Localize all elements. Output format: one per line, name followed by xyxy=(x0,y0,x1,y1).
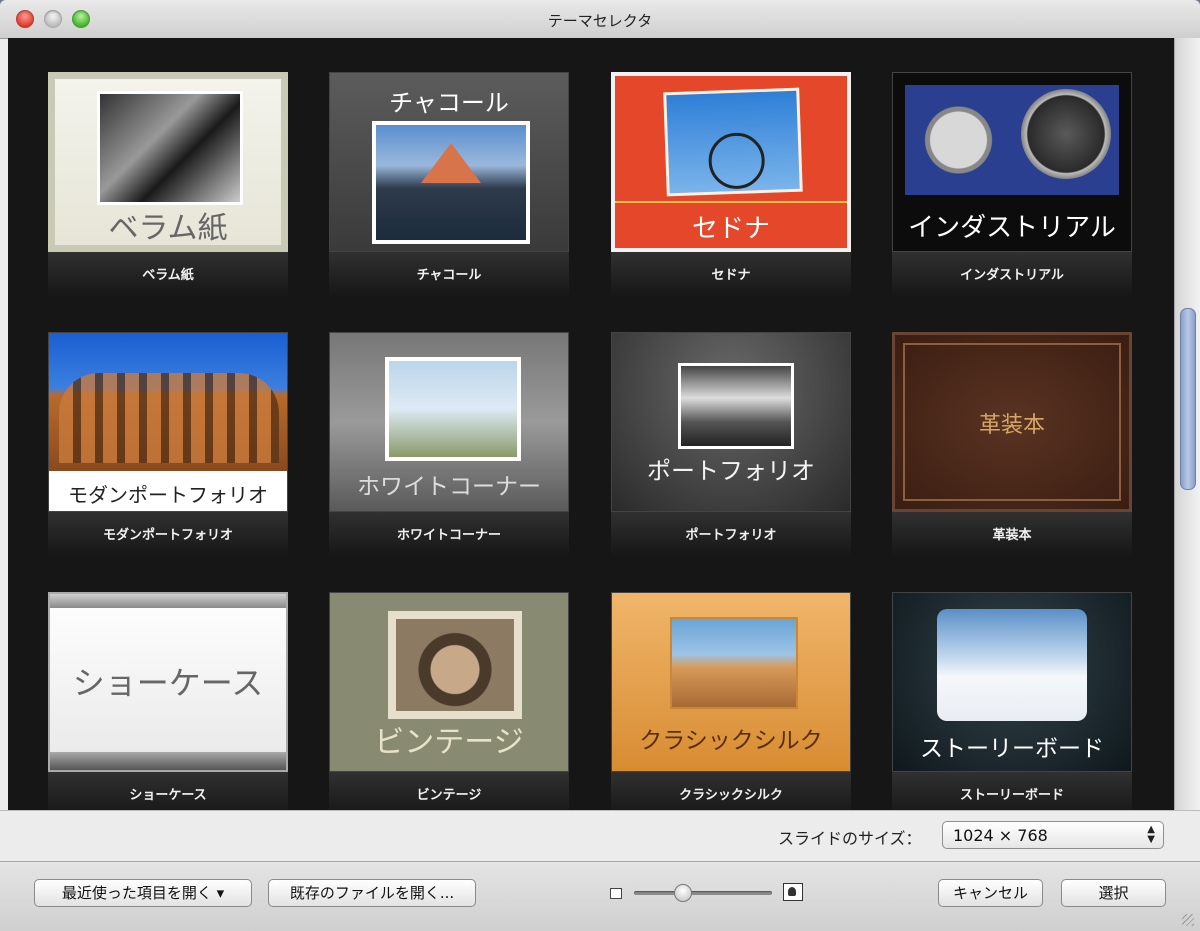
thumb-photo xyxy=(905,85,1119,195)
theme-label: ベラム紙 xyxy=(142,268,194,283)
thumb-title: チャコール xyxy=(389,89,509,117)
thumb-photo xyxy=(388,611,522,719)
theme-thumb-charcoal[interactable]: チャコール xyxy=(329,72,569,252)
title-bar: テーマセレクタ xyxy=(0,0,1200,39)
thumb-photo xyxy=(385,357,521,461)
theme-thumb-vintage[interactable]: ビンテージ xyxy=(329,592,569,772)
thumb-photo xyxy=(670,617,798,709)
theme-selector-window: テーマセレクタ ベラム紙 ベラム紙 チャコール チャコール セドナ セドナ イン… xyxy=(0,0,1200,931)
theme-label: ショーケース xyxy=(129,788,207,803)
open-existing-file-button[interactable]: 既存のファイルを開く... xyxy=(268,879,476,907)
theme-label: クラシックシルク xyxy=(679,788,783,803)
theme-label: ストーリーボード xyxy=(959,788,1064,803)
slide-size-bar: スライドのサイズ： 1024 × 768 ▲ ▼ xyxy=(0,810,1200,861)
large-thumbnail-icon xyxy=(783,883,803,901)
thumb-bottom-bar xyxy=(50,752,286,770)
theme-label: セドナ xyxy=(711,268,751,283)
theme-gallery: ベラム紙 ベラム紙 チャコール チャコール セドナ セドナ インダストリアル イ… xyxy=(8,38,1174,810)
window-title: テーマセレクタ xyxy=(547,12,653,30)
thumb-title: ショーケース xyxy=(72,664,264,702)
thumbnail-size-slider[interactable] xyxy=(634,891,772,895)
thumb-photo xyxy=(97,91,243,205)
theme-label: ポートフォリオ xyxy=(685,528,777,543)
scrollbar-thumb[interactable] xyxy=(1180,308,1196,490)
theme-thumb-storyboard[interactable]: ストーリーボード xyxy=(892,592,1132,772)
theme-label: ビンテージ xyxy=(416,788,482,803)
thumb-title: モダンポートフォリオ xyxy=(68,483,268,507)
thumb-photo xyxy=(372,121,530,244)
theme-thumb-modern-portfolio[interactable]: モダンポートフォリオ xyxy=(48,332,288,512)
theme-thumb-white-corner[interactable]: ホワイトコーナー xyxy=(329,332,569,512)
thumb-title: クラシックシルク xyxy=(639,728,823,754)
thumb-photo xyxy=(678,363,794,449)
cancel-button[interactable]: キャンセル xyxy=(938,879,1043,907)
thumb-title: ベラム紙 xyxy=(108,211,228,246)
theme-label: ホワイトコーナー xyxy=(396,528,501,543)
gallery-scrollbar[interactable] xyxy=(1174,38,1200,810)
thumb-title: インダストリアル xyxy=(908,213,1116,243)
thumb-photo xyxy=(663,87,803,197)
slide-size-value: 1024 × 768 xyxy=(953,826,1048,845)
thumbnail-size-slider-knob[interactable] xyxy=(674,884,692,902)
theme-label: モダンポートフォリオ xyxy=(102,528,233,543)
slide-size-select[interactable]: 1024 × 768 ▲ ▼ xyxy=(942,821,1164,849)
theme-thumb-classic-silk[interactable]: クラシックシルク xyxy=(611,592,851,772)
small-thumbnail-icon xyxy=(610,888,622,899)
up-down-arrows-icon: ▲ ▼ xyxy=(1147,824,1155,845)
thumb-photo xyxy=(937,609,1087,721)
select-button[interactable]: 選択 xyxy=(1061,879,1166,907)
theme-thumb-portfolio[interactable]: ポートフォリオ xyxy=(611,332,851,512)
theme-thumb-showcase[interactable]: ショーケース xyxy=(48,592,288,772)
thumb-title: ビンテージ xyxy=(374,725,524,760)
theme-label: インダストリアル xyxy=(960,268,1064,283)
theme-thumb-vellum[interactable]: ベラム紙 xyxy=(48,72,288,252)
thumb-top-bar xyxy=(50,594,286,608)
slide-size-label: スライドのサイズ： xyxy=(778,829,922,848)
theme-thumb-sedona[interactable]: セドナ xyxy=(611,72,851,252)
theme-thumb-leather-book[interactable]: 革装本 xyxy=(892,332,1132,512)
thumb-stripe xyxy=(615,201,847,203)
theme-label: チャコール xyxy=(416,268,482,283)
theme-label: 革装本 xyxy=(992,528,1032,543)
thumb-photo xyxy=(49,333,287,471)
footer-bar: 最近使った項目を開く ▾ 既存のファイルを開く... キャンセル 選択 xyxy=(0,861,1200,931)
theme-thumb-industrial[interactable]: インダストリアル xyxy=(892,72,1132,252)
thumb-title: ストーリーボード xyxy=(920,736,1104,762)
thumb-title: ホワイトコーナー xyxy=(357,474,541,500)
thumb-title: ポートフォリオ xyxy=(647,457,815,485)
resize-grip-icon[interactable] xyxy=(1182,914,1194,926)
thumb-title: 革装本 xyxy=(978,413,1045,438)
thumb-title: セドナ xyxy=(691,214,770,244)
open-recent-button[interactable]: 最近使った項目を開く ▾ xyxy=(34,879,252,907)
